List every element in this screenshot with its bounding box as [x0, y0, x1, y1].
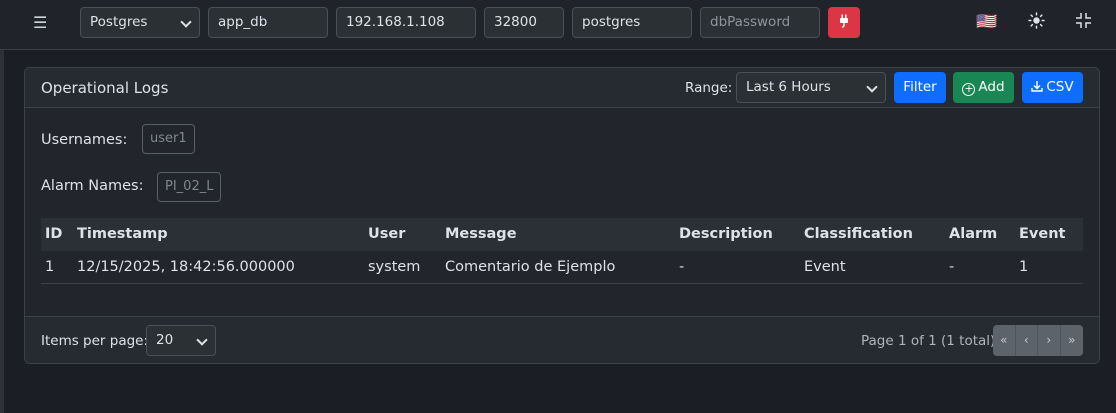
db-type-select[interactable]: Postgres: [80, 7, 200, 38]
items-per-page-label: Items per page:: [41, 333, 149, 349]
alarm-name-chip[interactable]: PI_02_L: [157, 172, 222, 202]
range-select[interactable]: Last 6 Hours: [736, 72, 886, 103]
filter-button-label: Filter: [903, 79, 937, 95]
column-header-timestamp[interactable]: Timestamp: [77, 218, 168, 251]
username-chip[interactable]: user1: [142, 124, 195, 154]
chevron-down-icon: [196, 334, 208, 346]
prev-page-button[interactable]: ‹: [1016, 325, 1038, 356]
add-button[interactable]: + Add: [953, 72, 1014, 103]
page-info: Page 1 of 1 (1 total): [861, 333, 996, 349]
add-button-label: Add: [978, 79, 1005, 95]
compress-icon[interactable]: [1075, 12, 1092, 34]
csv-download-button[interactable]: CSV: [1022, 72, 1083, 103]
column-header-classification[interactable]: Classification: [804, 218, 913, 251]
cell-alarm: -: [949, 259, 955, 275]
port-input[interactable]: 32800: [484, 7, 564, 38]
next-page-button[interactable]: ›: [1038, 325, 1061, 356]
card-footer: Items per page: 20 Page 1 of 1 (1 total)…: [25, 316, 1099, 363]
database-input[interactable]: app_db: [208, 7, 328, 38]
items-per-page-value: 20: [156, 332, 174, 348]
cell-timestamp: 12/15/2025, 18:42:56.000000: [77, 259, 295, 275]
column-header-event[interactable]: Event: [1019, 218, 1065, 251]
table-row[interactable]: 1 12/15/2025, 18:42:56.000000 system Com…: [41, 251, 1083, 284]
connection-toolbar: ☰ Postgres app_db 192.168.1.108 32800 po…: [0, 0, 1116, 50]
column-header-user[interactable]: User: [368, 218, 405, 251]
cell-user: system: [368, 259, 421, 275]
pagination: « ‹ › »: [993, 325, 1083, 356]
usernames-label: Usernames:: [41, 132, 128, 148]
password-input[interactable]: dbPassword: [700, 7, 820, 38]
column-header-id[interactable]: ID: [45, 218, 62, 251]
host-input[interactable]: 192.168.1.108: [336, 7, 476, 38]
csv-button-label: CSV: [1046, 79, 1074, 95]
alarm-names-label: Alarm Names:: [41, 178, 144, 194]
column-header-description[interactable]: Description: [679, 218, 773, 251]
left-edge: [0, 0, 4, 413]
db-type-value: Postgres: [90, 14, 148, 30]
column-header-alarm[interactable]: Alarm: [949, 218, 997, 251]
plug-icon: [840, 14, 848, 28]
operational-logs-card: Operational Logs Range: Last 6 Hours Fil…: [24, 67, 1100, 364]
range-label: Range:: [685, 80, 733, 96]
connect-button[interactable]: [828, 7, 860, 38]
cell-event: 1: [1019, 259, 1029, 275]
hamburger-icon[interactable]: ☰: [33, 13, 47, 33]
cell-description: -: [679, 259, 685, 275]
last-page-button[interactable]: »: [1061, 325, 1084, 356]
items-per-page-select[interactable]: 20: [146, 325, 216, 356]
username-input[interactable]: postgres: [572, 7, 692, 38]
cell-message: Comentario de Ejemplo: [445, 259, 616, 275]
filter-button[interactable]: Filter: [894, 72, 946, 103]
column-header-message[interactable]: Message: [445, 218, 517, 251]
card-header: Operational Logs Range: Last 6 Hours Fil…: [25, 68, 1099, 108]
chevron-down-icon: [866, 81, 878, 93]
language-flag-icon[interactable]: 🇺🇸: [976, 12, 997, 32]
range-value: Last 6 Hours: [746, 79, 831, 95]
table-header: ID Timestamp User Message Description Cl…: [41, 218, 1083, 251]
cell-id: 1: [45, 259, 55, 275]
download-icon: [1031, 81, 1044, 92]
chevron-down-icon: [180, 16, 192, 28]
sun-icon[interactable]: [1028, 12, 1045, 34]
card-title: Operational Logs: [41, 79, 169, 97]
first-page-button[interactable]: «: [993, 325, 1016, 356]
cell-classification: Event: [804, 259, 846, 275]
plus-circle-icon: +: [962, 82, 976, 96]
